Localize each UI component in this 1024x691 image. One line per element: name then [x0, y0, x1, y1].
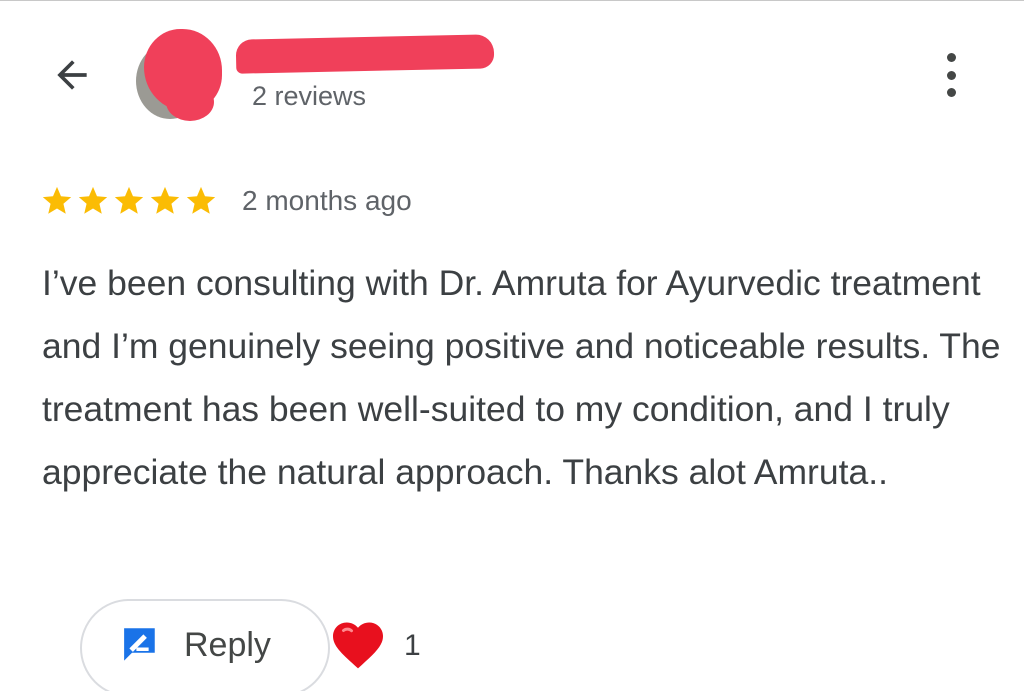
reply-icon	[123, 628, 155, 661]
reply-button[interactable]: Reply	[80, 599, 330, 691]
more-vertical-icon	[946, 53, 956, 62]
avatar[interactable]	[136, 29, 226, 121]
back-button[interactable]	[48, 53, 96, 97]
star-icon	[114, 186, 144, 214]
reviewer-reviews-count[interactable]: 2 reviews	[252, 81, 366, 112]
review-text: I’ve been consulting with Dr. Amruta for…	[42, 263, 1001, 492]
star-icon	[78, 186, 108, 214]
heart-reaction-button[interactable]	[328, 615, 388, 675]
star-icon	[42, 186, 72, 214]
review-page: 2 reviews 2 months ago I’ve been consult…	[0, 0, 1024, 691]
star-rating	[40, 184, 218, 218]
more-vertical-icon-dot	[946, 88, 956, 97]
heart-icon	[333, 622, 383, 669]
more-vertical-icon-dot	[946, 70, 956, 80]
more-options-button[interactable]	[934, 49, 968, 101]
review-date: 2 months ago	[242, 185, 412, 216]
reaction-count: 1	[404, 629, 421, 662]
reviewer-name-redaction	[235, 34, 495, 74]
arrow-back-icon	[57, 60, 87, 90]
avatar-redaction-lower	[166, 83, 214, 121]
reply-label: Reply	[184, 626, 271, 664]
star-icon	[150, 186, 180, 214]
rating-row: 2 months ago	[40, 181, 412, 221]
star-icon	[186, 186, 216, 214]
